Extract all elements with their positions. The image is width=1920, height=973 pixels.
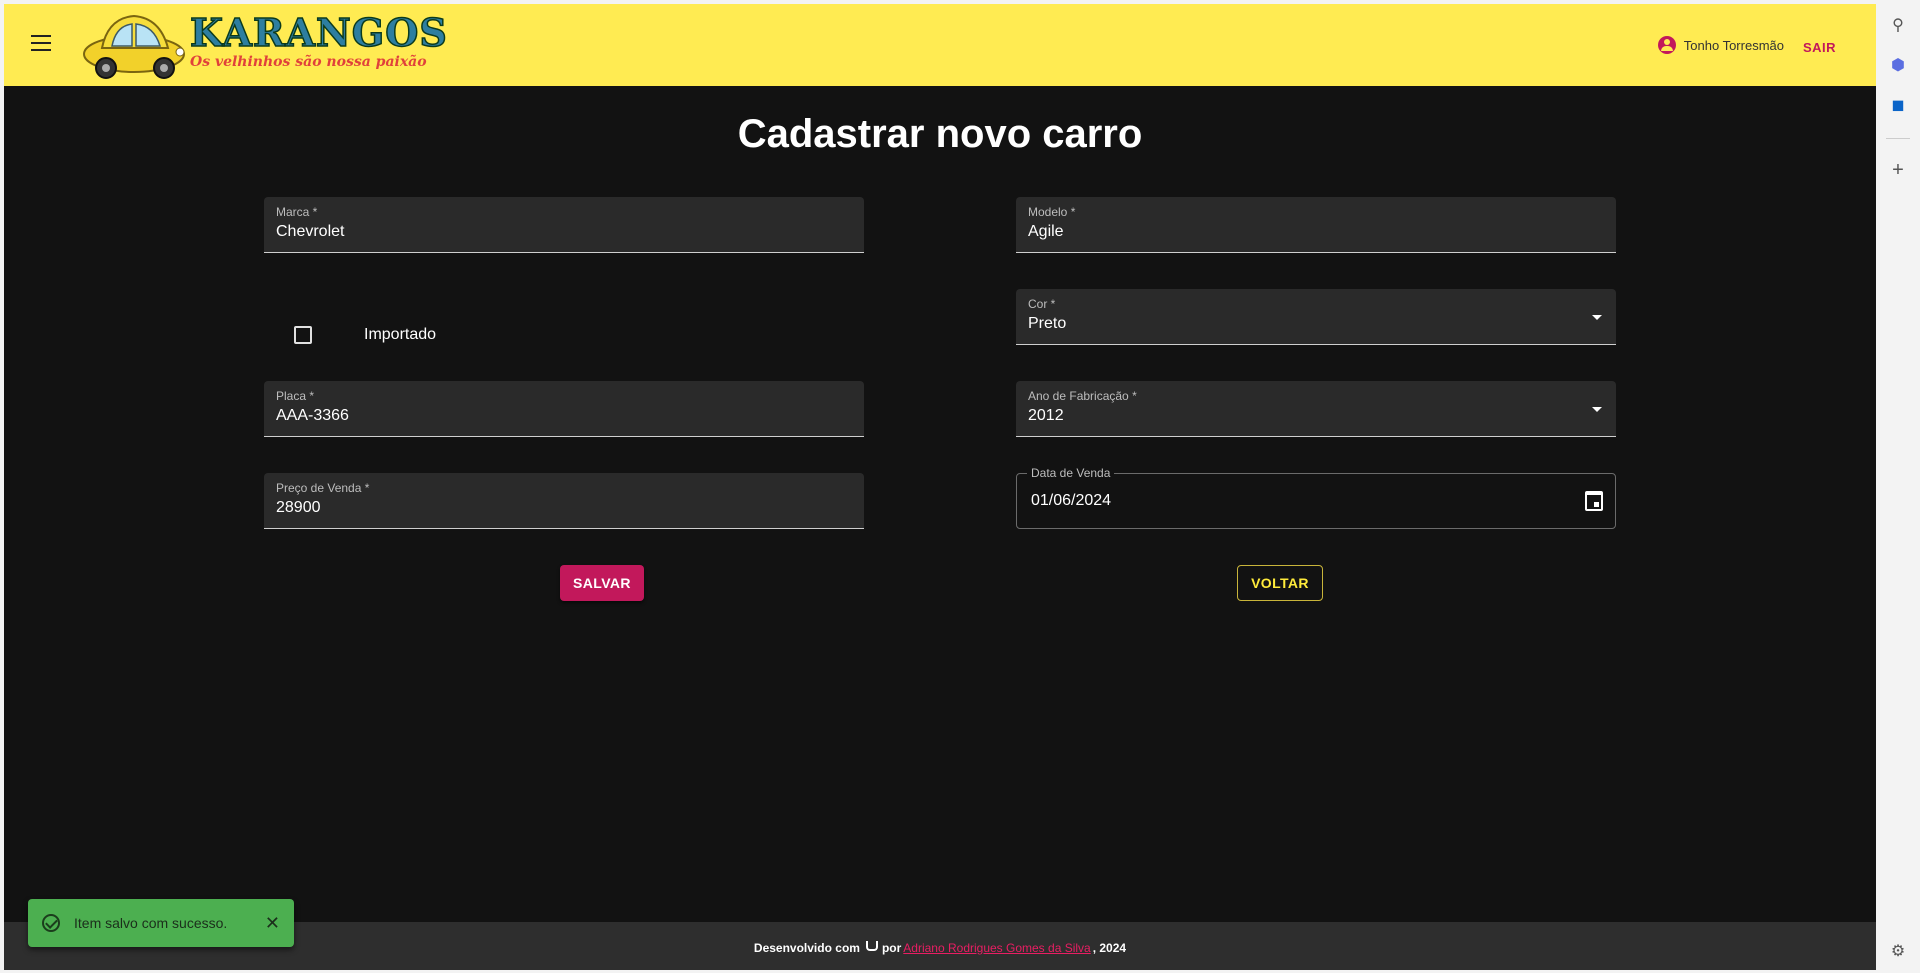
marca-label: Marca * (276, 205, 318, 219)
footer-by: por (881, 941, 902, 955)
outlook-icon[interactable]: ◼ (1888, 96, 1908, 116)
save-button[interactable]: SALVAR (560, 565, 644, 601)
gear-icon[interactable]: ⚙ (1888, 942, 1908, 962)
placa-label: Placa * (276, 389, 315, 403)
cor-value: Preto (1028, 315, 1067, 332)
preco-label: Preço de Venda * (276, 481, 370, 495)
placa-field[interactable]: Placa * AAA-3366 (264, 381, 864, 437)
ano-label: Ano de Fabricação * (1028, 389, 1137, 403)
car-logo-icon (83, 14, 185, 79)
logo-title: KARANGOS (189, 9, 448, 56)
copilot-icon[interactable]: ⬢ (1888, 56, 1908, 76)
browser-sidebar: ⚲ ⬢ ◼ + ⚙ (1876, 0, 1920, 973)
logout-button[interactable]: SAIR (1803, 40, 1836, 55)
close-icon[interactable]: ✕ (265, 913, 280, 934)
data-venda-value: 01/06/2024 (1031, 492, 1112, 509)
cor-select[interactable]: Cor * Preto (1016, 289, 1616, 345)
logo-subtitle: Os velhinhos são nossa paixão (190, 54, 427, 70)
data-venda-field[interactable]: Data de Venda 01/06/2024 (1016, 466, 1616, 529)
data-venda-label: Data de Venda (1027, 466, 1115, 480)
marca-field[interactable]: Marca * Chevrolet (264, 197, 864, 253)
app-window: KARANGOS Os velhinhos são nossa paixão T… (4, 4, 1876, 970)
user-name: Tonho Torresmão (1683, 37, 1784, 53)
karangos-logo[interactable]: KARANGOS Os velhinhos são nossa paixão (80, 8, 448, 82)
dropdown-arrow-icon (1592, 315, 1602, 320)
ano-value: 2012 (1028, 407, 1064, 424)
user-info: Tonho Torresmão (1657, 36, 1784, 54)
back-button[interactable]: VOLTAR (1237, 565, 1323, 601)
modelo-field[interactable]: Modelo * Agile (1016, 197, 1616, 253)
menu-button[interactable] (28, 30, 58, 60)
footer-prefix: Desenvolvido com (753, 941, 860, 955)
check-circle-icon (42, 914, 60, 932)
placa-value: AAA-3366 (276, 407, 349, 424)
author-link[interactable]: Adriano Rodrigues Gomes da Silva (903, 941, 1090, 955)
importado-label: Importado (364, 326, 437, 343)
marca-value: Chevrolet (276, 223, 345, 240)
preco-value: 28900 (276, 499, 321, 516)
hamburger-icon (31, 35, 51, 37)
importado-checkbox-group[interactable]: Importado (294, 326, 436, 344)
cor-label: Cor * (1028, 297, 1056, 311)
importado-checkbox[interactable] (294, 326, 312, 344)
modelo-label: Modelo * (1028, 205, 1076, 219)
footer-suffix: , 2024 (1092, 941, 1127, 955)
search-icon[interactable]: ⚲ (1888, 16, 1908, 36)
success-snackbar: Item salvo com sucesso. ✕ (28, 899, 294, 947)
coffee-icon (865, 941, 878, 951)
top-app-bar: KARANGOS Os velhinhos são nossa paixão T… (4, 4, 1876, 86)
ano-select[interactable]: Ano de Fabricação * 2012 (1016, 381, 1616, 437)
sidebar-divider (1886, 138, 1910, 139)
calendar-icon[interactable] (1585, 491, 1603, 511)
add-icon[interactable]: + (1888, 160, 1908, 180)
snackbar-message: Item salvo com sucesso. (74, 915, 228, 931)
preco-field[interactable]: Preço de Venda * 28900 (264, 473, 864, 529)
modelo-value: Agile (1028, 223, 1064, 240)
page-title: Cadastrar novo carro (737, 112, 1143, 156)
dropdown-arrow-icon (1592, 407, 1602, 412)
account-circle-icon (1657, 36, 1676, 54)
